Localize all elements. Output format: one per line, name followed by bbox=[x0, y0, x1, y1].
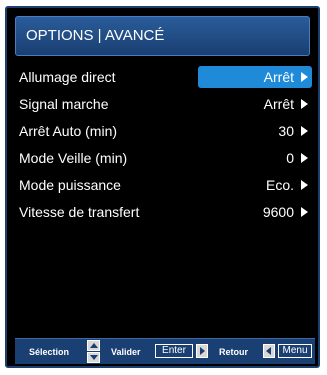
menu-item-value-text: 30 bbox=[278, 123, 294, 139]
chevron-right-icon bbox=[301, 180, 308, 190]
menu-item-allumage-direct[interactable]: Allumage direct Arrêt bbox=[19, 66, 312, 88]
valider-hint: Valider bbox=[111, 347, 141, 357]
chevron-right-icon bbox=[301, 99, 308, 109]
chevron-right-icon bbox=[301, 126, 308, 136]
arrow-up-icon bbox=[87, 340, 100, 351]
menu-item-label: Mode Veille (min) bbox=[19, 150, 128, 166]
menu-item-value-text: Eco. bbox=[265, 177, 294, 193]
menu-item-label: Mode puissance bbox=[19, 177, 121, 193]
menu-key-icon: Menu bbox=[278, 344, 312, 358]
menu-item-value[interactable]: Arrêt bbox=[198, 66, 312, 88]
menu-item-value[interactable]: 30 bbox=[198, 120, 312, 142]
arrow-down-icon bbox=[87, 352, 100, 363]
menu-item-label: Vitesse de transfert bbox=[19, 204, 140, 220]
retour-hint: Retour bbox=[219, 347, 248, 357]
chevron-right-icon bbox=[301, 207, 308, 217]
menu-item-signal-marche[interactable]: Signal marche Arrêt bbox=[19, 93, 312, 115]
menu-item-value[interactable]: 9600 bbox=[198, 201, 312, 223]
footer-help-bar: Sélection Valider Enter Retour Menu bbox=[15, 338, 315, 364]
osd-menu-panel: OPTIONS | AVANCÉ Allumage direct Arrêt S… bbox=[5, 6, 320, 368]
menu-item-arret-auto[interactable]: Arrêt Auto (min) 30 bbox=[19, 120, 312, 142]
up-down-arrows-icon bbox=[87, 340, 100, 363]
menu-item-mode-puissance[interactable]: Mode puissance Eco. bbox=[19, 174, 312, 196]
menu-item-vitesse-transfert[interactable]: Vitesse de transfert 9600 bbox=[19, 201, 312, 223]
menu-item-label: Signal marche bbox=[19, 96, 109, 112]
enter-key-icon: Enter bbox=[155, 344, 193, 358]
menu-item-value[interactable]: Arrêt bbox=[198, 93, 312, 115]
chevron-right-icon bbox=[301, 153, 308, 163]
arrow-right-icon bbox=[196, 344, 208, 358]
menu-title: OPTIONS | AVANCÉ bbox=[15, 16, 310, 56]
menu-item-label: Allumage direct bbox=[19, 69, 116, 85]
menu-item-mode-veille[interactable]: Mode Veille (min) 0 bbox=[19, 147, 312, 169]
menu-item-value[interactable]: Eco. bbox=[198, 174, 312, 196]
menu-options-list: Allumage direct Arrêt Signal marche Arrê… bbox=[19, 66, 312, 228]
menu-item-value-text: Arrêt bbox=[263, 96, 294, 112]
chevron-right-icon bbox=[301, 72, 308, 82]
menu-item-value-text: 9600 bbox=[262, 204, 294, 220]
menu-item-value-text: 0 bbox=[286, 150, 294, 166]
menu-item-value[interactable]: 0 bbox=[198, 147, 312, 169]
selection-hint: Sélection bbox=[29, 347, 70, 357]
menu-item-label: Arrêt Auto (min) bbox=[19, 123, 118, 139]
menu-item-value-text: Arrêt bbox=[263, 69, 294, 85]
arrow-left-icon bbox=[263, 344, 275, 358]
